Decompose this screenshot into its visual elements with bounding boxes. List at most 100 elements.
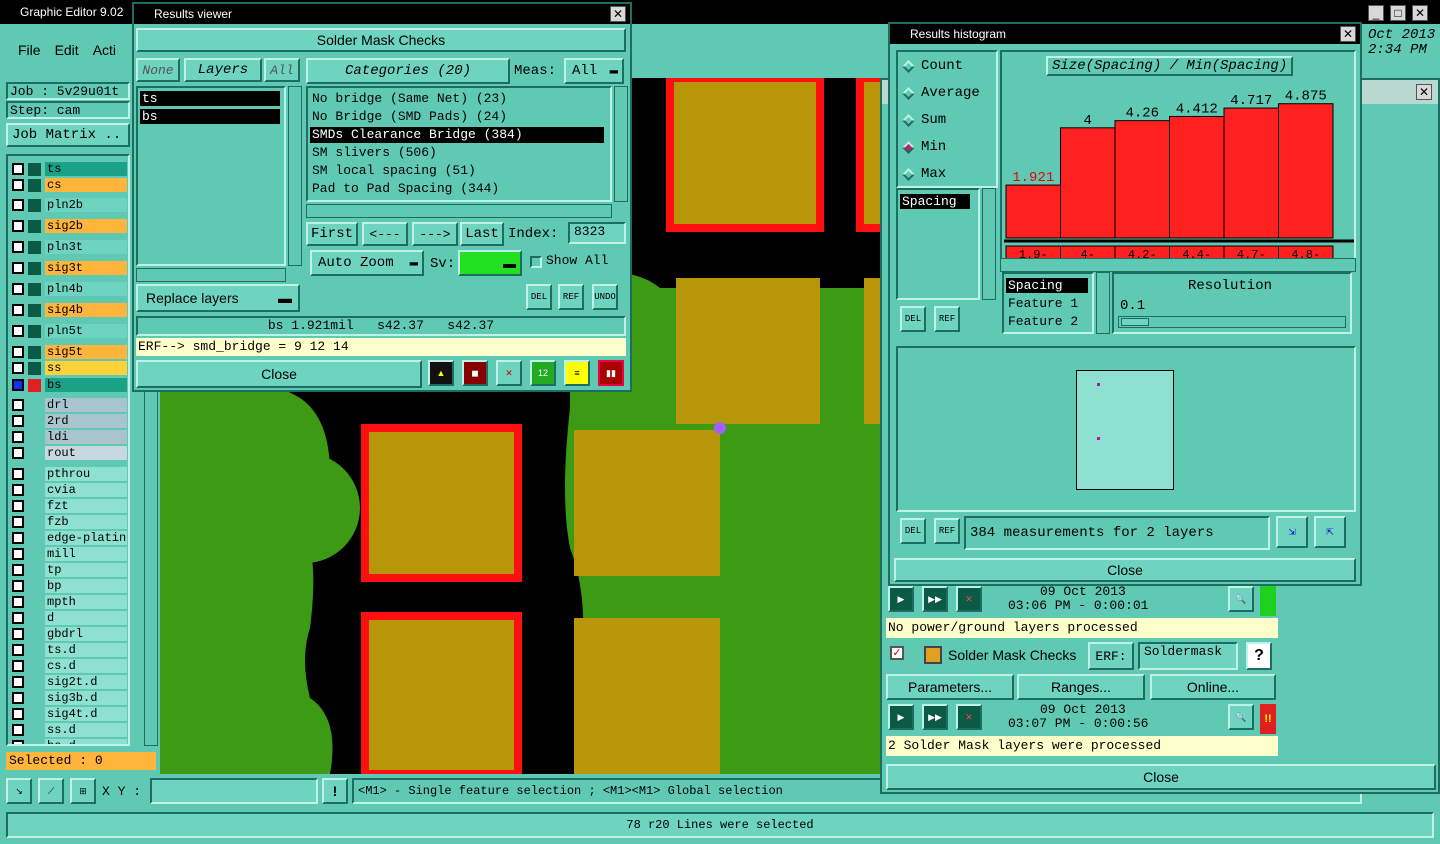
histogram-close-icon[interactable]: ✕ [1340,26,1356,42]
stop-icon-2[interactable]: ✕ [956,704,982,730]
auto-zoom-dropdown[interactable]: Auto Zoom ▬ [310,250,424,276]
layer-row[interactable]: sig3b.d [12,691,127,705]
run-all-icon-2[interactable]: ▶▶ [922,704,948,730]
summary-reference-icon[interactable]: REF [934,518,960,544]
layer-row[interactable]: sig4t.d [12,707,127,721]
layer-checkbox[interactable] [12,516,24,528]
layer-row[interactable]: mpth [12,595,127,609]
import-icon[interactable]: ⇱ [1314,516,1346,548]
layer-checkbox[interactable] [12,740,24,744]
marker-icon[interactable]: ◼ [462,360,488,386]
alert-button[interactable]: ! [322,778,348,804]
mode-option[interactable]: Max [902,166,946,182]
layer-checkbox[interactable] [12,708,24,720]
layer-checkbox[interactable] [12,415,24,427]
last-button[interactable]: Last [460,222,504,246]
checklist-close-icon[interactable]: ✕ [1416,84,1432,100]
erf-value[interactable]: Soldermask [1138,642,1238,670]
zoom-icon-1[interactable]: 🔍 [1228,586,1254,612]
pointer-tool-icon[interactable]: ↘ [6,778,32,804]
menu-actions[interactable]: Acti [93,42,116,58]
layer-row[interactable]: ts.d [12,643,127,657]
category-item[interactable]: SM local spacing (51) [310,163,604,179]
layer-row[interactable]: pthrou [12,467,127,481]
field-feature-2[interactable]: Feature 2 [1006,314,1078,329]
layer-checkbox[interactable] [12,724,24,736]
show-all-checkbox[interactable] [530,256,542,268]
meas-dropdown[interactable]: All ▬ [564,58,624,84]
mode-option[interactable]: Sum [902,112,946,128]
first-button[interactable]: First [306,222,358,246]
prev-button[interactable]: <--- [362,222,408,246]
resolution-slider-thumb[interactable] [1121,318,1149,326]
layer-checkbox[interactable] [12,362,24,374]
layer-checkbox[interactable] [12,179,24,191]
stop-icon[interactable]: ✕ [956,586,982,612]
layer-checkbox[interactable] [12,325,24,337]
category-item[interactable]: No Bridge (SMD Pads) (24) [310,109,604,125]
category-item[interactable]: SM slivers (506) [310,145,604,161]
result-layer-hscroll[interactable] [136,268,286,282]
category-hscroll[interactable] [306,204,612,218]
next-button[interactable]: ---> [412,222,458,246]
result-layer-bs[interactable]: bs [140,109,280,124]
layers-none-button[interactable]: None [136,58,180,82]
layer-checkbox[interactable] [12,612,24,624]
check-enabled-checkbox[interactable]: ✓ [890,646,904,660]
layer-row[interactable]: cvia [12,483,127,497]
categories-button[interactable]: Categories (20) [306,58,510,84]
layer-checkbox[interactable] [12,676,24,688]
layers-all-button[interactable]: All [264,58,300,82]
layer-row[interactable]: cs.d [12,659,127,673]
measure-list-scroll[interactable] [982,188,996,300]
field-spacing[interactable]: Spacing [1006,278,1088,293]
layer-checkbox[interactable] [12,447,24,459]
result-layer-ts[interactable]: ts [140,91,280,106]
histogram-icon[interactable]: ▮▮ [598,360,624,386]
field-list-scroll[interactable] [1096,272,1110,334]
field-feature-1[interactable]: Feature 1 [1006,296,1078,311]
layer-checkbox[interactable] [12,241,24,253]
layer-checkbox[interactable] [12,199,24,211]
layer-checkbox[interactable] [12,262,24,274]
layer-row[interactable]: bp [12,579,127,593]
layer-checkbox[interactable] [12,468,24,480]
layer-checkbox[interactable] [12,548,24,560]
layer-checkbox[interactable] [12,564,24,576]
layer-checkbox[interactable] [12,304,24,316]
layer-row[interactable]: d [12,611,127,625]
layer-row[interactable]: fzb [12,515,127,529]
layer-checkbox[interactable] [12,346,24,358]
layer-row[interactable]: rout [12,446,127,460]
layer-row[interactable]: cs [12,178,127,192]
layer-row[interactable]: tp [12,563,127,577]
layer-checkbox[interactable] [12,660,24,672]
category-vscroll[interactable] [614,86,628,202]
parameters-button[interactable]: Parameters... [886,674,1014,700]
delete-icon[interactable]: DEL [526,284,552,310]
run-all-icon[interactable]: ▶▶ [922,586,948,612]
maximize-icon[interactable]: □ [1390,5,1406,21]
layer-checkbox[interactable] [12,532,24,544]
layer-row[interactable]: pln4b [12,282,127,296]
layer-row[interactable]: pln2b [12,198,127,212]
index-input[interactable]: 8323 [568,222,626,244]
layer-row[interactable]: ss.d [12,723,127,737]
layer-row[interactable]: ldi [12,430,127,444]
result-layer-vscroll[interactable] [288,86,302,266]
layer-checkbox[interactable] [12,484,24,496]
layer-row[interactable]: sig5t [12,345,127,359]
layer-checkbox[interactable] [12,220,24,232]
layer-checkbox[interactable] [12,399,24,411]
replace-layers-dropdown[interactable]: Replace layers ▬ [136,284,300,312]
layer-checkbox[interactable] [12,500,24,512]
histogram-bar[interactable] [1114,120,1170,239]
export-icon[interactable]: ⇲ [1276,516,1308,548]
online-button[interactable]: Online... [1150,674,1276,700]
histogram-close-button[interactable]: Close [894,558,1356,582]
measure-list-item[interactable]: Spacing [900,194,970,209]
mode-option[interactable]: Average [902,85,980,101]
layer-checkbox[interactable] [12,379,24,391]
layers-button[interactable]: Layers [184,58,262,82]
histogram-bar[interactable] [1223,107,1279,239]
